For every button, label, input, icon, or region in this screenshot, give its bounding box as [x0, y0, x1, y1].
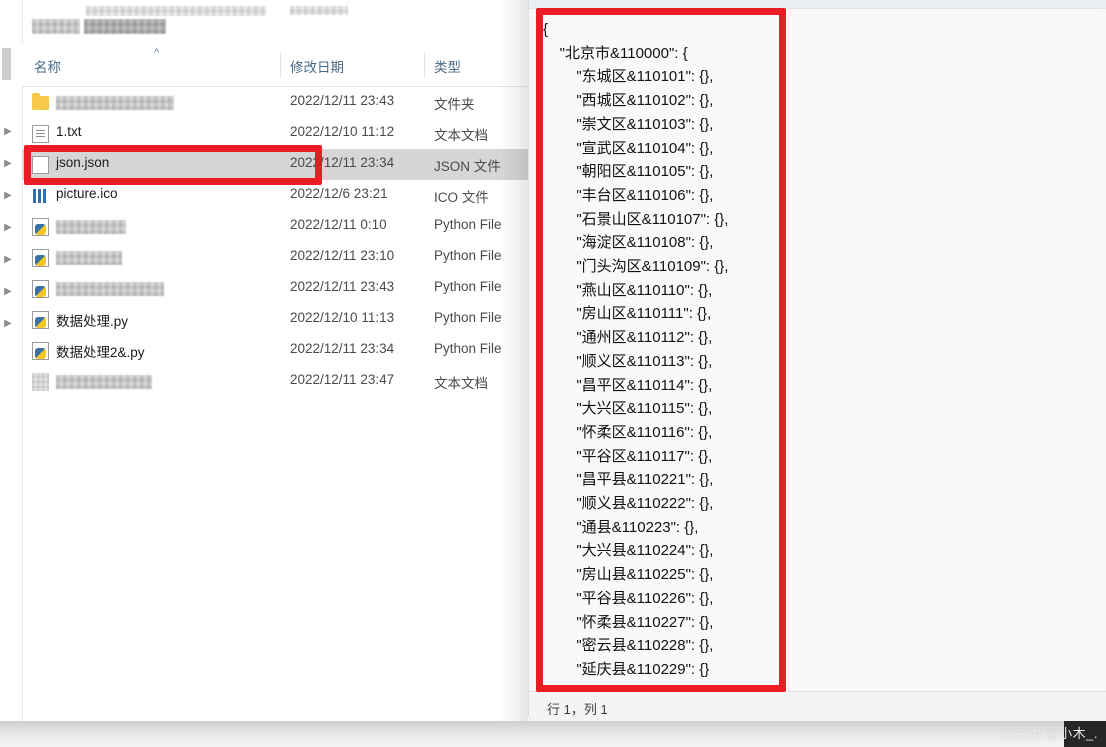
- file-name: 数据处理.py: [56, 314, 129, 329]
- ico-file-icon: [32, 187, 49, 205]
- file-date-modified: 2022/12/11 23:47: [290, 372, 395, 387]
- folder-icon: [32, 93, 49, 110]
- python-file-icon: [32, 218, 49, 236]
- navigation-scrollbar-thumb[interactable]: [2, 48, 11, 80]
- table-row[interactable]: 数据处理.py 2022/12/10 11:13 Python File: [22, 304, 528, 335]
- file-date-modified: 2022/12/11 23:34: [290, 341, 395, 356]
- file-type: ICO 文件: [434, 190, 489, 205]
- breadcrumb-path-redacted-upper: [86, 6, 266, 16]
- file-name: 1.txt: [56, 124, 82, 139]
- python-file-icon: [32, 311, 49, 329]
- file-name: picture.ico: [56, 186, 118, 201]
- nav-expand-chevron-icon[interactable]: ▶: [1, 221, 15, 235]
- nav-expand-chevron-icon[interactable]: ▶: [1, 157, 15, 171]
- file-date-modified: 2022/12/10 11:13: [290, 310, 395, 325]
- file-name-redacted: [56, 220, 126, 234]
- nav-expand-chevron-icon[interactable]: ▶: [1, 285, 15, 299]
- file-explorer-window: › ▶ ▶ ▶ ▶ ▶ ▶ ▶ 名称 修改日期 类型 ^ 2022/12/11 …: [0, 0, 528, 747]
- file-date-modified: 2022/12/6 23:21: [290, 186, 388, 201]
- breadcrumb-path-redacted-upper2: [290, 6, 348, 15]
- file-name-redacted: [56, 375, 152, 389]
- breadcrumb[interactable]: ›: [0, 0, 528, 45]
- table-row[interactable]: 2022/12/11 23:10 Python File: [22, 242, 528, 273]
- table-row[interactable]: 2022/12/11 23:43 文件夹: [22, 87, 528, 118]
- column-header-date-modified[interactable]: 修改日期: [290, 56, 344, 76]
- csdn-watermark: CSDN @小木_.: [1002, 726, 1098, 741]
- file-date-modified: 2022/12/10 11:12: [290, 124, 395, 139]
- file-date-modified: 2022/12/11 23:10: [290, 248, 395, 263]
- navigation-pane[interactable]: [0, 0, 23, 747]
- file-type: 文本文档: [434, 128, 488, 143]
- file-date-modified: 2022/12/11 23:43: [290, 93, 395, 108]
- python-file-icon: [32, 342, 49, 360]
- column-divider[interactable]: [280, 52, 281, 78]
- breadcrumb-path-redacted-b: [84, 19, 166, 34]
- column-header-type[interactable]: 类型: [434, 56, 461, 76]
- file-name-redacted: [56, 282, 164, 296]
- python-file-icon: [32, 249, 49, 267]
- file-type: 文本文档: [434, 376, 488, 391]
- table-row[interactable]: 2022/12/11 0:10 Python File: [22, 211, 528, 242]
- file-type: Python File: [434, 310, 502, 325]
- breadcrumb-path-redacted-a: [32, 19, 80, 34]
- file-date-modified: 2022/12/11 0:10: [290, 217, 387, 232]
- file-list: 2022/12/11 23:43 文件夹 1.txt 2022/12/10 11:12…: [22, 87, 528, 397]
- file-name-redacted: [56, 96, 174, 110]
- taskbar-strip: [0, 721, 1106, 747]
- column-header-row: 名称 修改日期 类型: [22, 44, 528, 87]
- notepad-status-bar: 行 1，列 1: [529, 691, 1106, 722]
- nav-expand-chevron-icon[interactable]: ▶: [1, 189, 15, 203]
- annotation-rect-file-row: [24, 145, 322, 185]
- column-header-name[interactable]: 名称: [34, 56, 61, 76]
- python-file-icon: [32, 280, 49, 298]
- file-type: Python File: [434, 248, 502, 263]
- nav-expand-chevron-icon[interactable]: ▶: [1, 317, 15, 331]
- annotation-rect-json-content: [536, 8, 786, 692]
- file-date-modified: 2022/12/11 23:43: [290, 279, 395, 294]
- nav-expand-chevron-icon[interactable]: ▶: [1, 253, 15, 267]
- table-row[interactable]: 2022/12/11 23:43 Python File: [22, 273, 528, 304]
- file-type: Python File: [434, 341, 502, 356]
- table-row[interactable]: 2022/12/11 23:47 文本文档: [22, 366, 528, 397]
- file-type: 文件夹: [434, 97, 475, 112]
- file-type: JSON 文件: [434, 159, 501, 174]
- blurred-file-icon: [32, 373, 49, 391]
- text-file-icon: [32, 125, 49, 143]
- sort-ascending-icon: ^: [154, 47, 160, 59]
- cursor-position-label: 行 1，列 1: [547, 702, 608, 717]
- file-name: 数据处理2&.py: [56, 345, 145, 360]
- file-name-redacted: [56, 251, 122, 265]
- file-type: Python File: [434, 217, 502, 232]
- table-row[interactable]: 数据处理2&.py 2022/12/11 23:34 Python File: [22, 335, 528, 366]
- nav-expand-chevron-icon[interactable]: ▶: [1, 125, 15, 139]
- column-divider[interactable]: [424, 52, 425, 78]
- file-type: Python File: [434, 279, 502, 294]
